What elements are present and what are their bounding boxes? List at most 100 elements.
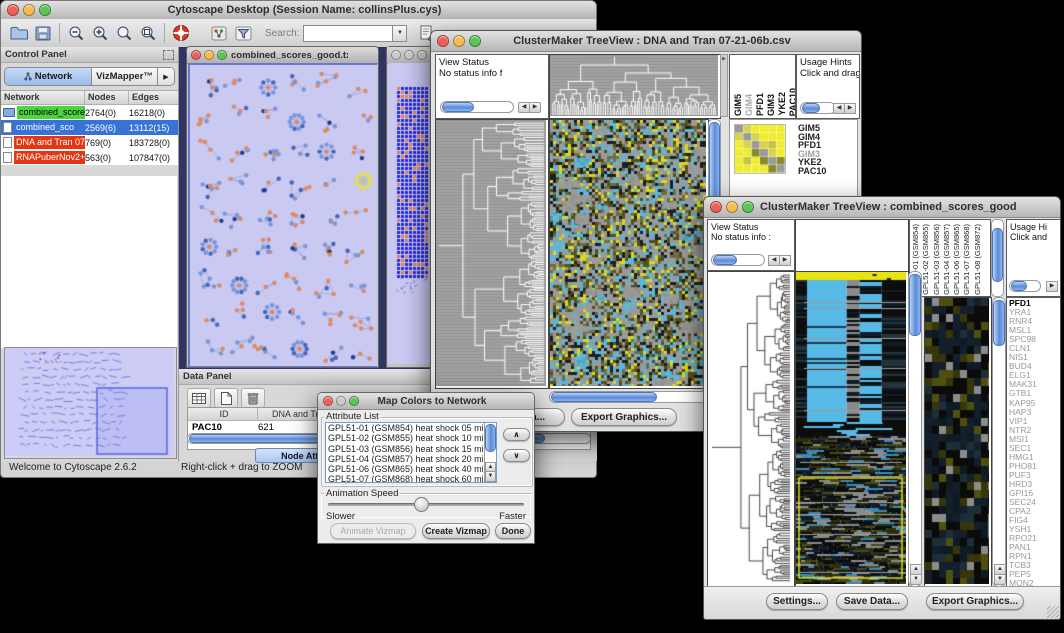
attribute-list-item[interactable]: GPL51-04 (GSM857) heat shock 20 min — [326, 454, 485, 464]
minimize-icon[interactable] — [726, 201, 738, 213]
close-icon[interactable] — [710, 201, 722, 213]
resize-grip[interactable] — [1047, 606, 1059, 618]
tv2-column-label[interactable]: GPL51-06 (GSM865) — [953, 224, 961, 295]
tv1-mini-heatmap[interactable] — [734, 124, 786, 174]
treeview1-titlebar[interactable]: ClusterMaker TreeView : DNA and Tran 07-… — [431, 31, 861, 52]
network-canvas[interactable] — [188, 63, 377, 367]
network-window-titlebar[interactable]: combined_scores_good.txt--cluste... — [187, 47, 378, 64]
zoom-window-icon[interactable] — [742, 201, 754, 213]
minimize-icon[interactable] — [453, 35, 465, 47]
tv2-hints-hscrollbar[interactable] — [1009, 280, 1041, 292]
tv2-button-export-graphics---[interactable]: Export Graphics... — [926, 593, 1024, 610]
zoom-out-icon[interactable] — [64, 22, 88, 44]
zoom-in-icon[interactable] — [88, 22, 112, 44]
attribute-list-item[interactable]: GPL51-02 (GSM855) heat shock 10 min — [326, 433, 485, 443]
scroll-right-icon[interactable]: ▶ — [844, 103, 856, 114]
close-icon[interactable] — [323, 396, 333, 406]
tv2-rowlabel-vscrollbar[interactable]: ▲ ▼ — [992, 297, 1006, 587]
tv1-column-label[interactable]: PAC10 — [788, 88, 796, 116]
tv2-button-save-data---[interactable]: Save Data... — [836, 593, 908, 610]
tv2-column-label[interactable]: GPL51-04 (GSM857) — [943, 224, 951, 295]
zoom-selected-icon[interactable] — [112, 22, 136, 44]
move-up-button[interactable]: ∧ — [503, 428, 530, 441]
attribute-list[interactable]: GPL51-01 (GSM854) heat shock 05 minGPL51… — [325, 422, 497, 483]
zoom-window-icon[interactable] — [417, 50, 427, 60]
tv1-splitter[interactable]: ▶ — [720, 54, 728, 117]
treeview2-titlebar[interactable]: ClusterMaker TreeView : combined_scores_… — [704, 197, 1060, 218]
tab-network[interactable]: Network — [5, 68, 92, 85]
minimize-icon[interactable] — [23, 4, 35, 16]
minimize-icon[interactable] — [336, 396, 346, 406]
attribute-list-item[interactable]: GPL51-07 (GSM868) heat shock 60 min — [326, 474, 485, 483]
tv2-column-label[interactable]: GPL51-03 (GSM856) — [933, 224, 941, 295]
scroll-right-icon[interactable]: ▶ — [529, 102, 541, 113]
tv2-column-label[interactable]: GPL51-02 (GSM855) — [922, 224, 930, 295]
scroll-down-icon[interactable]: ▼ — [485, 471, 496, 482]
tv1-column-label[interactable]: GIM3 — [766, 94, 776, 116]
scroll-down-icon[interactable]: ▼ — [994, 574, 1006, 585]
minimize-icon[interactable] — [404, 50, 414, 60]
zoom-window-icon[interactable] — [469, 35, 481, 47]
tv2-zoom-heatmap[interactable] — [924, 297, 992, 587]
plugin-icon[interactable] — [207, 22, 231, 44]
help-lifering-icon[interactable] — [169, 22, 193, 44]
main-titlebar[interactable]: Cytoscape Desktop (Session Name: collins… — [1, 1, 596, 20]
dp-col-id[interactable]: ID — [188, 408, 258, 420]
tv2-heatmap-vscrollbar[interactable]: ▲ ▼ — [908, 271, 922, 587]
tab-vizmapper[interactable]: VizMapper™ — [92, 68, 158, 85]
animate-vizmap-button[interactable]: Animate Vizmap — [330, 523, 416, 539]
dialog-titlebar[interactable]: Map Colors to Network — [318, 393, 534, 410]
col-header-edges[interactable]: Edges — [129, 91, 178, 104]
network-window2-titlebar[interactable] — [387, 47, 433, 64]
zoom-window-icon[interactable] — [39, 4, 51, 16]
tv1-column-label[interactable]: GIM4 — [744, 94, 754, 116]
tv1-button-export-graphics---[interactable]: Export Graphics... — [571, 408, 677, 426]
create-vizmap-button[interactable]: Create Vizmap — [422, 523, 490, 539]
close-icon[interactable] — [391, 50, 401, 60]
tv1-row-dendrogram[interactable] — [435, 119, 549, 389]
new-attribute-icon[interactable] — [214, 388, 238, 408]
tv1-column-label[interactable]: GIM5 — [733, 94, 743, 116]
done-button[interactable]: Done — [495, 523, 531, 539]
delete-attribute-icon[interactable] — [241, 388, 265, 408]
tv1-hints-hscrollbar[interactable] — [800, 102, 836, 114]
birdseye-view[interactable] — [4, 347, 177, 459]
move-down-button[interactable]: ∨ — [503, 449, 530, 462]
tv2-column-label[interactable]: GPL51-07 (GSM868) — [963, 224, 971, 295]
table-icon[interactable] — [187, 388, 211, 408]
tv2-row-dendrogram[interactable] — [707, 271, 795, 587]
slider-thumb[interactable] — [414, 497, 429, 512]
tv1-status-hscrollbar[interactable] — [440, 101, 514, 113]
tv1-column-label[interactable]: YKE2 — [777, 92, 787, 116]
network-canvas-2[interactable] — [388, 63, 433, 367]
close-icon[interactable] — [437, 35, 449, 47]
col-header-network[interactable]: Network — [1, 91, 85, 104]
network-table-row[interactable]: combined_scores2764(0)16218(0) — [1, 105, 178, 120]
close-icon[interactable] — [7, 4, 19, 16]
attribute-list-item[interactable]: GPL51-01 (GSM854) heat shock 05 min — [326, 423, 485, 433]
tv1-row-label[interactable]: PAC10 — [798, 167, 826, 176]
tv2-heatmap[interactable] — [795, 271, 909, 587]
tab-overflow-button[interactable]: ▶ — [158, 68, 174, 85]
filter-icon[interactable] — [231, 22, 255, 44]
zoom-window-icon[interactable] — [349, 396, 359, 406]
scroll-right-icon[interactable]: ▶ — [1046, 281, 1058, 292]
scroll-right-icon[interactable]: ▶ — [779, 255, 791, 266]
tv1-heatmap[interactable] — [549, 119, 709, 389]
tv2-status-hscrollbar[interactable] — [711, 254, 765, 266]
col-header-nodes[interactable]: Nodes — [85, 91, 129, 104]
tv2-column-label[interactable]: GPL51-08 (GSM872) — [974, 224, 982, 295]
search-input[interactable] — [303, 25, 393, 42]
network-table-row[interactable]: RNAPuberNov2+563(0)107847(0) — [1, 150, 178, 165]
zoom-fit-icon[interactable] — [136, 22, 160, 44]
network-table-row[interactable]: DNA and Tran 07769(0)183728(0) — [1, 135, 178, 150]
save-icon[interactable] — [31, 22, 55, 44]
attribute-list-vscrollbar[interactable]: ▲ ▼ — [484, 423, 496, 482]
float-panel-icon[interactable] — [163, 50, 174, 60]
minimize-icon[interactable] — [204, 50, 214, 60]
close-icon[interactable] — [191, 50, 201, 60]
attribute-list-item[interactable]: GPL51-06 (GSM865) heat shock 40 min — [326, 464, 485, 474]
scroll-down-icon[interactable]: ▼ — [910, 574, 922, 585]
tv2-button-settings---[interactable]: Settings... — [766, 593, 828, 610]
search-dropdown-button[interactable]: ▼ — [393, 25, 407, 42]
